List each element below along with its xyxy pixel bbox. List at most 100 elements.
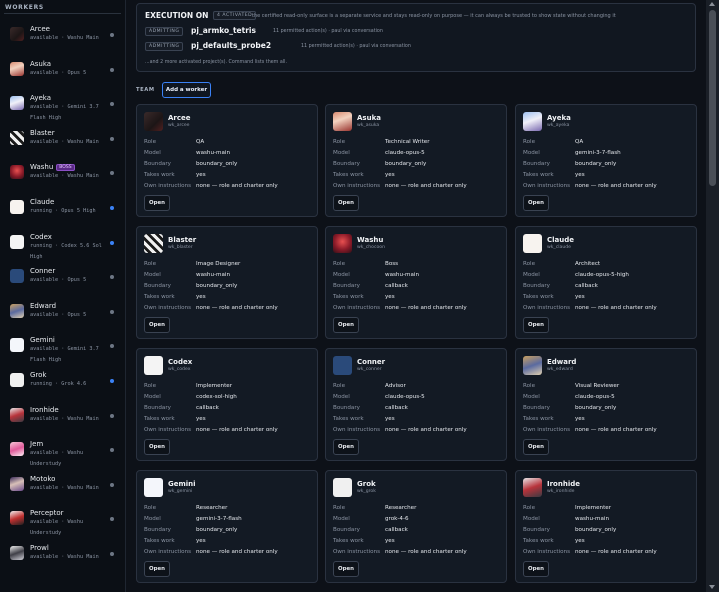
sidebar-worker-item[interactable]: Claude running · Opus 5 High <box>0 195 125 229</box>
field-label-own-instructions: Own instructions <box>523 427 571 433</box>
field-label-own-instructions: Own instructions <box>333 305 381 311</box>
field-value-instructions: none — role and charter only <box>196 305 278 311</box>
open-worker-button[interactable]: Open <box>523 439 549 455</box>
execution-note: the certified read-only surface is a sep… <box>252 13 616 19</box>
sidebar-worker-name-text: Grok <box>30 371 47 379</box>
worker-card: Asuka wk_asuka Role Technical Writer Model cl… <box>325 104 507 217</box>
field-label-boundary: Boundary <box>333 161 360 167</box>
sidebar-worker-status: available · Washu Understudy <box>30 450 84 467</box>
worker-card: Edward wk_edward Role Visual Reviewer Model c… <box>515 348 697 461</box>
field-value-takes-work: yes <box>385 416 395 422</box>
field-value-instructions: none — role and charter only <box>196 427 278 433</box>
sidebar-worker-item[interactable]: Grok running · Grok 4.6 <box>0 368 125 402</box>
project-name[interactable]: pj_armko_tetris <box>191 26 256 35</box>
sidebar-worker-status: available · Washu Main <box>30 139 99 145</box>
sidebar-worker-item[interactable]: Conner available · Opus 5 <box>0 264 125 298</box>
worker-card-id: wk_chocoon <box>357 245 386 250</box>
field-label-takes-work: Takes work <box>523 294 554 300</box>
claude-logo-icon <box>523 234 542 253</box>
field-value-takes-work: yes <box>385 172 395 178</box>
sidebar-worker-status: available · Washu Understudy <box>30 519 84 536</box>
scrollbar-thumb[interactable] <box>709 10 716 186</box>
worker-card-name: Arcee <box>168 114 191 122</box>
blaster-avatar-icon <box>144 234 163 253</box>
sidebar-worker-item[interactable]: Blaster available · Washu Main <box>0 126 125 160</box>
worker-card-id: wk_grok <box>357 489 376 494</box>
status-dot-icon <box>110 275 114 279</box>
field-value-boundary: callback <box>385 405 408 411</box>
field-value-role: Advisor <box>385 383 406 389</box>
open-worker-button[interactable]: Open <box>144 439 170 455</box>
field-value-takes-work: yes <box>575 416 585 422</box>
field-value-takes-work: yes <box>385 294 395 300</box>
sidebar-worker-name: Claude <box>30 198 54 206</box>
field-label-model: Model <box>333 516 350 522</box>
scroll-down-arrow-icon[interactable] <box>709 585 715 589</box>
open-worker-button[interactable]: Open <box>333 317 359 333</box>
open-worker-button[interactable]: Open <box>523 195 549 211</box>
sidebar-worker-item[interactable]: Ayeka available · Gemini 3.7 Flash High <box>0 91 125 125</box>
field-label-takes-work: Takes work <box>523 172 554 178</box>
sidebar-worker-name: Edward <box>30 302 56 310</box>
ayeka-avatar-icon <box>523 112 542 131</box>
sidebar-worker-name-text: Conner <box>30 267 56 275</box>
status-dot-icon <box>110 33 114 37</box>
open-worker-button[interactable]: Open <box>523 317 549 333</box>
sidebar-worker-item[interactable]: Prowl available · Washu Main <box>0 541 125 575</box>
field-value-role: Visual Reviewer <box>575 383 620 389</box>
field-label-own-instructions: Own instructions <box>523 549 571 555</box>
sidebar-worker-item[interactable]: Edward available · Opus 5 <box>0 299 125 333</box>
sidebar-worker-item[interactable]: Motoko available · Washu Main <box>0 472 125 506</box>
sidebar-worker-name: Ironhide <box>30 406 59 414</box>
sidebar-worker-name-text: Prowl <box>30 544 49 552</box>
field-value-role: Architect <box>575 261 601 267</box>
worker-card-id: wk_codex <box>168 367 191 372</box>
worker-card-name: Washu <box>357 236 384 244</box>
scroll-up-arrow-icon[interactable] <box>709 2 715 6</box>
sidebar-worker-item[interactable]: Arcee available · Washu Main <box>0 22 125 56</box>
field-value-model: grok-4-6 <box>385 516 409 522</box>
sidebar-worker-name-text: Motoko <box>30 475 56 483</box>
field-label-own-instructions: Own instructions <box>333 183 381 189</box>
status-dot-icon <box>110 102 114 106</box>
sidebar-worker-item[interactable]: Washu BOSS available · Washu Main <box>0 160 125 194</box>
add-worker-button[interactable]: Add a worker <box>162 82 211 98</box>
project-name[interactable]: pj_defaults_probe2 <box>191 41 271 50</box>
boss-badge: BOSS <box>56 164 75 171</box>
open-worker-button[interactable]: Open <box>144 195 170 211</box>
sidebar-worker-item[interactable]: Codex running · Codex 5.6 Sol High <box>0 230 125 264</box>
open-worker-button[interactable]: Open <box>333 561 359 577</box>
field-value-instructions: none — role and charter only <box>196 183 278 189</box>
field-value-instructions: none — role and charter only <box>385 183 467 189</box>
field-value-boundary: boundary_only <box>196 161 238 167</box>
sidebar-worker-item[interactable]: Gemini available · Gemini 3.7 Flash High <box>0 333 125 367</box>
sidebar-worker-item[interactable]: Perceptor available · Washu Understudy <box>0 506 125 540</box>
open-worker-button[interactable]: Open <box>144 317 170 333</box>
open-worker-button[interactable]: Open <box>333 195 359 211</box>
sidebar-worker-item[interactable]: Ironhide available · Washu Main <box>0 403 125 437</box>
prowl-avatar-icon <box>10 546 24 560</box>
sidebar-worker-item[interactable]: Jem available · Washu Understudy <box>0 437 125 471</box>
field-value-model: washu-main <box>575 516 610 522</box>
status-dot-icon <box>110 206 114 210</box>
field-value-boundary: boundary_only <box>575 405 617 411</box>
sidebar-worker-name-text: Blaster <box>30 129 55 137</box>
sidebar-worker-status: available · Washu Main <box>30 485 99 491</box>
field-value-model: claude-opus-5 <box>575 394 615 400</box>
field-label-takes-work: Takes work <box>144 294 175 300</box>
grok-logo-icon <box>333 478 352 497</box>
field-value-instructions: none — role and charter only <box>196 549 278 555</box>
sidebar-worker-name-text: Gemini <box>30 336 55 344</box>
activated-badge: 4 ACTIVATED <box>213 11 257 20</box>
open-worker-button[interactable]: Open <box>144 561 170 577</box>
field-label-boundary: Boundary <box>523 283 550 289</box>
main-panel: EXECUTION ON 4 ACTIVATED the certified r… <box>127 0 705 592</box>
open-worker-button[interactable]: Open <box>523 561 549 577</box>
sidebar-worker-item[interactable]: Asuka available · Opus 5 <box>0 57 125 91</box>
project-meta: 11 permitted action(s) · paul via conver… <box>273 29 383 34</box>
field-label-role: Role <box>523 505 536 511</box>
open-worker-button[interactable]: Open <box>333 439 359 455</box>
status-dot-icon <box>110 517 114 521</box>
field-value-takes-work: yes <box>196 538 206 544</box>
codex-logo-icon <box>144 356 163 375</box>
